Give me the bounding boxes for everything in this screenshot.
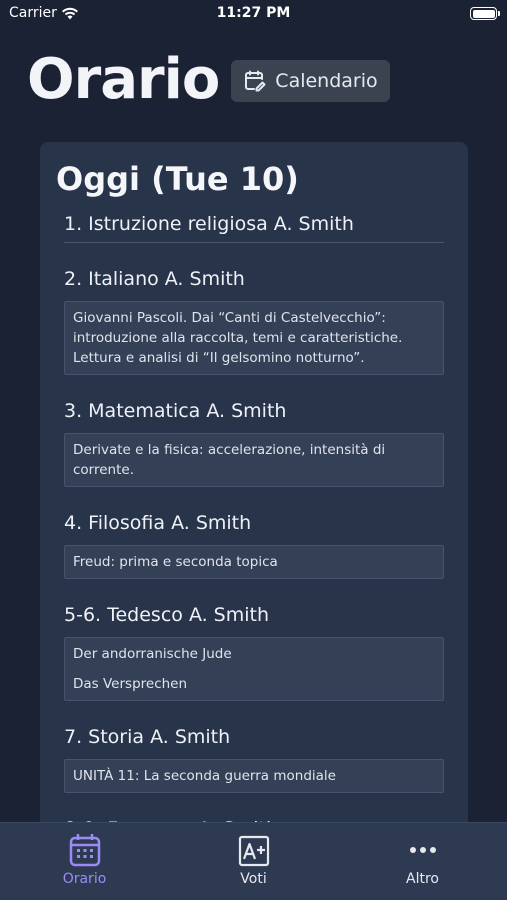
tab-altro[interactable]: Altro [338, 823, 507, 900]
tab-orario[interactable]: Orario [0, 823, 169, 900]
lesson-note: Giovanni Pascoli. Dai “Canti di Castelve… [73, 310, 403, 366]
battery-icon [470, 7, 500, 20]
lesson-notes: UNITÀ 11: La seconda guerra mondiale [64, 759, 444, 793]
tab-voti[interactable]: Voti [169, 823, 338, 900]
today-title: Oggi (Tue 10) [56, 160, 299, 198]
lesson-title: 1. Istruzione religiosa A. Smith [64, 212, 444, 243]
lesson-list: 1. Istruzione religiosa A. Smith 2. Itali… [64, 212, 444, 832]
lesson-note: Das Versprechen [73, 676, 188, 692]
lesson-note: Der andorranische Jude [73, 646, 232, 662]
lesson-item[interactable]: 5-6. Tedesco A. Smith Der andorranische J… [64, 603, 444, 701]
grade-a-plus-icon [238, 835, 269, 867]
status-time: 11:27 PM [216, 5, 291, 21]
lesson-item[interactable]: 7. Storia A. Smith UNITÀ 11: La seconda g… [64, 725, 444, 793]
calendar-button-label: Calendario [275, 70, 378, 92]
lesson-note: Derivate e la fisica: accelerazione, int… [73, 442, 386, 478]
lesson-item[interactable]: 3. Matematica A. Smith Derivate e la fisi… [64, 399, 444, 487]
today-card: Oggi (Tue 10) 1. Istruzione religiosa A.… [40, 142, 468, 832]
lesson-note: UNITÀ 11: La seconda guerra mondiale [73, 768, 336, 784]
tab-voti-label: Voti [240, 871, 267, 887]
lesson-notes: Giovanni Pascoli. Dai “Canti di Castelve… [64, 301, 444, 375]
header: Orario Calendario [27, 48, 390, 112]
lesson-item[interactable]: 1. Istruzione religiosa A. Smith [64, 212, 444, 243]
lesson-title: 4. Filosofia A. Smith [64, 512, 252, 534]
lesson-notes: Freud: prima e seconda topica [64, 545, 444, 579]
calendar-grid-icon [69, 834, 100, 867]
lesson-notes: Derivate e la fisica: accelerazione, int… [64, 433, 444, 487]
more-dots-icon [409, 847, 436, 853]
lesson-item[interactable]: 4. Filosofia A. Smith Freud: prima e seco… [64, 511, 444, 579]
lesson-note: Freud: prima e seconda topica [73, 554, 278, 570]
calendar-button[interactable]: Calendario [231, 60, 390, 102]
lesson-title: 5-6. Tedesco A. Smith [64, 604, 270, 626]
status-bar: Carrier 11:27 PM [0, 0, 507, 30]
lesson-item[interactable]: 2. Italiano A. Smith Giovanni Pascoli. Da… [64, 267, 444, 375]
calendar-edit-icon [245, 70, 266, 92]
lesson-title: 7. Storia A. Smith [64, 726, 231, 748]
tab-altro-label: Altro [406, 871, 439, 887]
tab-bar: Orario Voti Altro [0, 822, 507, 900]
tab-orario-label: Orario [62, 871, 107, 887]
lesson-title: 2. Italiano A. Smith [64, 268, 245, 290]
lesson-notes: Der andorranische Jude Das Versprechen [64, 637, 444, 701]
page-title: Orario [27, 47, 220, 112]
lesson-title: 3. Matematica A. Smith [64, 400, 287, 422]
